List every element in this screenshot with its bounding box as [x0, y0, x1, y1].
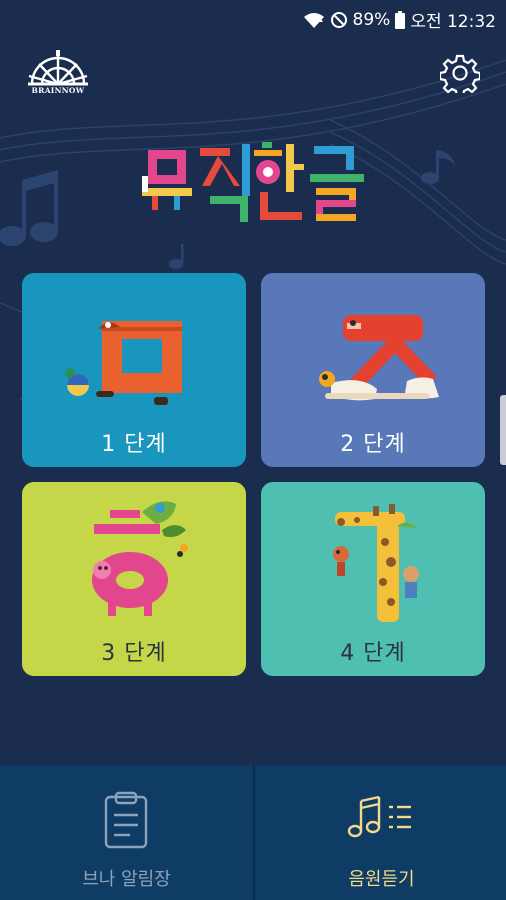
battery-percentage: 89% — [352, 9, 391, 30]
battery-icon — [395, 10, 406, 29]
level-1-tile[interactable]: 1 단계 — [22, 273, 246, 467]
do-not-disturb-icon — [330, 11, 347, 28]
logo-text: BRAINNOW — [31, 86, 85, 95]
clock: 오전 12:32 — [410, 12, 496, 32]
level-4-label: 4 단계 — [340, 641, 406, 666]
gear-icon — [438, 54, 482, 98]
edge-panel-handle[interactable] — [500, 395, 506, 465]
settings-button[interactable] — [438, 53, 482, 98]
nav-music-label: 음원듣기 — [348, 869, 415, 890]
ship-wheel-icon — [28, 50, 88, 86]
wifi-icon — [303, 12, 324, 28]
brainnow-logo: BRAINNOW — [26, 50, 90, 98]
level-1-label: 1 단계 — [101, 432, 167, 457]
app-title-logo — [140, 140, 368, 226]
letter-giyeok-character — [333, 504, 419, 622]
bottom-navigation: 브나 알림장 음원듣기 — [0, 765, 506, 900]
music-list-icon — [347, 795, 411, 838]
letter-jieut-character — [319, 315, 439, 401]
nav-music-button[interactable]: 음원듣기 — [255, 765, 506, 900]
level-2-label: 2 단계 — [340, 432, 406, 457]
status-bar: 89% 오전 12:32 — [0, 0, 506, 36]
nav-notice-board-button[interactable]: 브나 알림장 — [0, 765, 253, 900]
level-4-tile[interactable]: 4 단계 — [261, 482, 485, 676]
letter-hieut-character — [92, 501, 188, 616]
nav-notice-board-label: 브나 알림장 — [82, 869, 171, 890]
level-3-tile[interactable]: 3 단계 — [22, 482, 246, 676]
clipboard-icon — [104, 791, 148, 849]
level-2-tile[interactable]: 2 단계 — [261, 273, 485, 467]
letter-mieum-character — [65, 321, 182, 405]
level-3-label: 3 단계 — [101, 641, 167, 666]
title-artwork — [142, 142, 364, 222]
